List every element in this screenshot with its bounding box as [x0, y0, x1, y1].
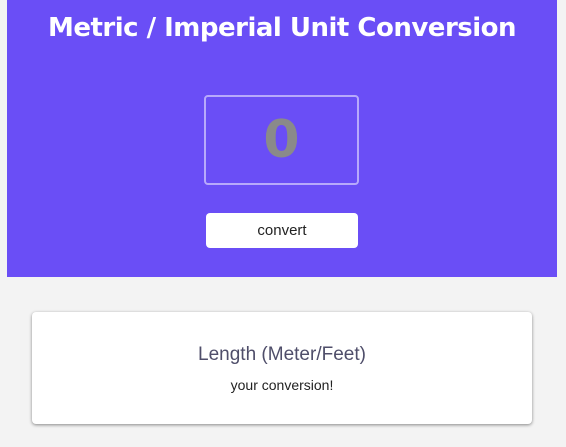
value-input[interactable] [204, 95, 359, 185]
convert-button[interactable]: convert [206, 213, 358, 248]
card-title: Length (Meter/Feet) [198, 344, 366, 365]
conversion-result-text: your conversion! [230, 377, 334, 393]
page-title: Metric / Imperial Unit Conversion [47, 13, 517, 43]
hero-panel: Metric / Imperial Unit Conversion conver… [7, 0, 557, 277]
length-result-card: Length (Meter/Feet) your conversion! [32, 312, 532, 424]
